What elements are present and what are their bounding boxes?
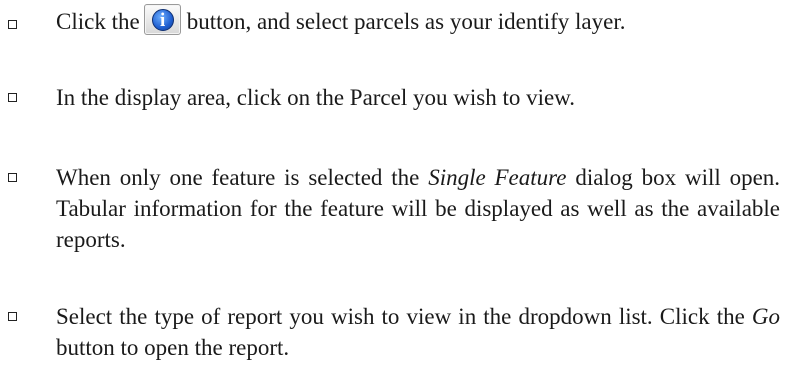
item-4-emphasis: Go xyxy=(751,304,781,329)
list-item-text: Select the type of report you wish to vi… xyxy=(56,301,780,363)
checkbox-bullet-icon xyxy=(8,93,17,102)
item-3-emphasis: Single Feature xyxy=(428,165,567,190)
item-4-text-after: button to open the report. xyxy=(56,335,290,360)
checkbox-bullet-icon xyxy=(8,173,17,182)
checkbox-bullet-icon xyxy=(8,312,17,321)
list-item-text: When only one feature is selected the Si… xyxy=(56,162,780,255)
list-item-text: Click the i button, and select parcels as … xyxy=(56,4,780,37)
list-item-text: In the display area, click on the Parcel… xyxy=(56,85,576,110)
info-icon: i xyxy=(143,4,181,35)
info-glyph: i xyxy=(160,10,166,31)
item-3-text-before: When only one feature is selected the xyxy=(56,165,420,190)
item-1-text-before: Click the xyxy=(56,9,140,34)
instruction-list: Click the i button, and select parcels as … xyxy=(0,0,791,373)
item-1-text-after: button, and select parcels as your ident… xyxy=(186,9,626,34)
checkbox-bullet-icon xyxy=(8,20,17,29)
item-4-text-before: Select the type of report you wish to vi… xyxy=(56,304,745,329)
